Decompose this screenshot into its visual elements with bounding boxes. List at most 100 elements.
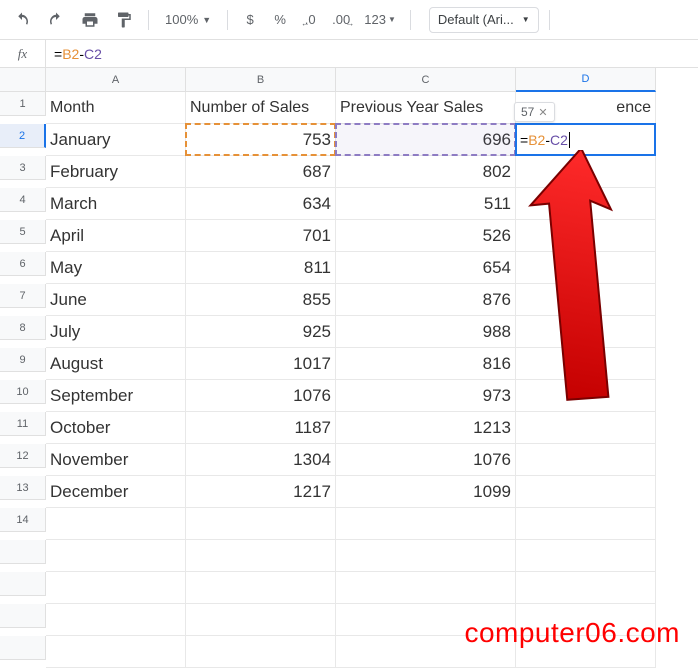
cell-d14[interactable] [516,508,656,540]
cell-d2[interactable]: 57 ✕ =B2-C2 [516,124,656,156]
print-button[interactable] [76,6,104,34]
cell-d3[interactable] [516,156,656,188]
row-header-blank[interactable] [0,636,46,660]
row-header-1[interactable]: 1 [0,92,46,116]
cell-c14[interactable] [336,508,516,540]
cell-a11[interactable]: October [46,412,186,444]
redo-button[interactable] [42,6,70,34]
cell-c1[interactable]: Previous Year Sales [336,92,516,124]
cell-a6[interactable]: May [46,252,186,284]
cell-c9[interactable]: 816 [336,348,516,380]
cell-d6[interactable] [516,252,656,284]
undo-button[interactable] [8,6,36,34]
row-header-blank[interactable] [0,572,46,596]
row-header-13[interactable]: 13 [0,476,46,500]
cell-c10[interactable]: 973 [336,380,516,412]
select-all-corner[interactable] [0,68,46,92]
cell-d10[interactable] [516,380,656,412]
cell-c6[interactable]: 654 [336,252,516,284]
cell-a13[interactable]: December [46,476,186,508]
cell-b7[interactable]: 855 [186,284,336,316]
row-header-4[interactable]: 4 [0,188,46,212]
cell-c8[interactable]: 988 [336,316,516,348]
row-header-14[interactable]: 14 [0,508,46,532]
currency-button[interactable]: $ [238,6,262,34]
cell-d7[interactable] [516,284,656,316]
cell-blank[interactable] [336,540,516,572]
paint-format-button[interactable] [110,6,138,34]
cell-d9[interactable] [516,348,656,380]
zoom-dropdown[interactable]: 100% ▼ [159,12,217,27]
cell-d4[interactable] [516,188,656,220]
cell-blank[interactable] [46,636,186,668]
row-header-8[interactable]: 8 [0,316,46,340]
cell-b14[interactable] [186,508,336,540]
cell-b11[interactable]: 1187 [186,412,336,444]
cell-blank[interactable] [186,636,336,668]
cell-b10[interactable]: 1076 [186,380,336,412]
cell-d5[interactable] [516,220,656,252]
cell-a1[interactable]: Month [46,92,186,124]
row-header-blank[interactable] [0,540,46,564]
cell-c12[interactable]: 1076 [336,444,516,476]
cell-d11[interactable] [516,412,656,444]
cell-b6[interactable]: 811 [186,252,336,284]
row-header-6[interactable]: 6 [0,252,46,276]
font-dropdown[interactable]: Default (Ari... ▼ [429,7,539,33]
cell-a4[interactable]: March [46,188,186,220]
cell-a8[interactable]: July [46,316,186,348]
cell-blank[interactable] [336,604,516,636]
cell-c3[interactable]: 802 [336,156,516,188]
row-header-5[interactable]: 5 [0,220,46,244]
cell-b5[interactable]: 701 [186,220,336,252]
decrease-decimal-button[interactable]: ←.0 [298,6,322,34]
row-header-10[interactable]: 10 [0,380,46,404]
cell-a5[interactable]: April [46,220,186,252]
cell-blank[interactable] [516,572,656,604]
cell-b8[interactable]: 925 [186,316,336,348]
cell-a2[interactable]: January [46,124,186,156]
cell-blank[interactable] [46,572,186,604]
row-header-2[interactable]: 2 [0,124,46,148]
row-header-12[interactable]: 12 [0,444,46,468]
cell-b1[interactable]: Number of Sales [186,92,336,124]
cell-b2[interactable]: 753 [186,124,336,156]
row-header-11[interactable]: 11 [0,412,46,436]
row-header-9[interactable]: 9 [0,348,46,372]
cell-blank[interactable] [186,604,336,636]
cell-c7[interactable]: 876 [336,284,516,316]
cell-b12[interactable]: 1304 [186,444,336,476]
cell-d12[interactable] [516,444,656,476]
cell-blank[interactable] [336,572,516,604]
cell-blank[interactable] [186,572,336,604]
percent-button[interactable]: % [268,6,292,34]
cell-blank[interactable] [46,540,186,572]
cell-a14[interactable] [46,508,186,540]
cell-c11[interactable]: 1213 [336,412,516,444]
row-header-7[interactable]: 7 [0,284,46,308]
cell-b4[interactable]: 634 [186,188,336,220]
cell-d13[interactable] [516,476,656,508]
col-header-d[interactable]: D [516,68,656,92]
cell-a3[interactable]: February [46,156,186,188]
close-icon[interactable]: ✕ [538,106,547,119]
row-header-3[interactable]: 3 [0,156,46,180]
cell-d8[interactable] [516,316,656,348]
cell-b3[interactable]: 687 [186,156,336,188]
col-header-b[interactable]: B [186,68,336,92]
col-header-a[interactable]: A [46,68,186,92]
cell-blank[interactable] [46,604,186,636]
col-header-c[interactable]: C [336,68,516,92]
cell-a12[interactable]: November [46,444,186,476]
cell-b9[interactable]: 1017 [186,348,336,380]
cell-blank[interactable] [186,540,336,572]
cell-c4[interactable]: 511 [336,188,516,220]
cell-c13[interactable]: 1099 [336,476,516,508]
cell-blank[interactable] [516,540,656,572]
row-header-blank[interactable] [0,604,46,628]
cell-c2[interactable]: 696 [336,124,516,156]
increase-decimal-button[interactable]: .00→ [328,6,354,34]
cell-blank[interactable] [336,636,516,668]
number-format-dropdown[interactable]: 123▼ [360,6,400,34]
spreadsheet-grid[interactable]: A B C D 1 Month Number of Sales Previous… [0,68,698,668]
